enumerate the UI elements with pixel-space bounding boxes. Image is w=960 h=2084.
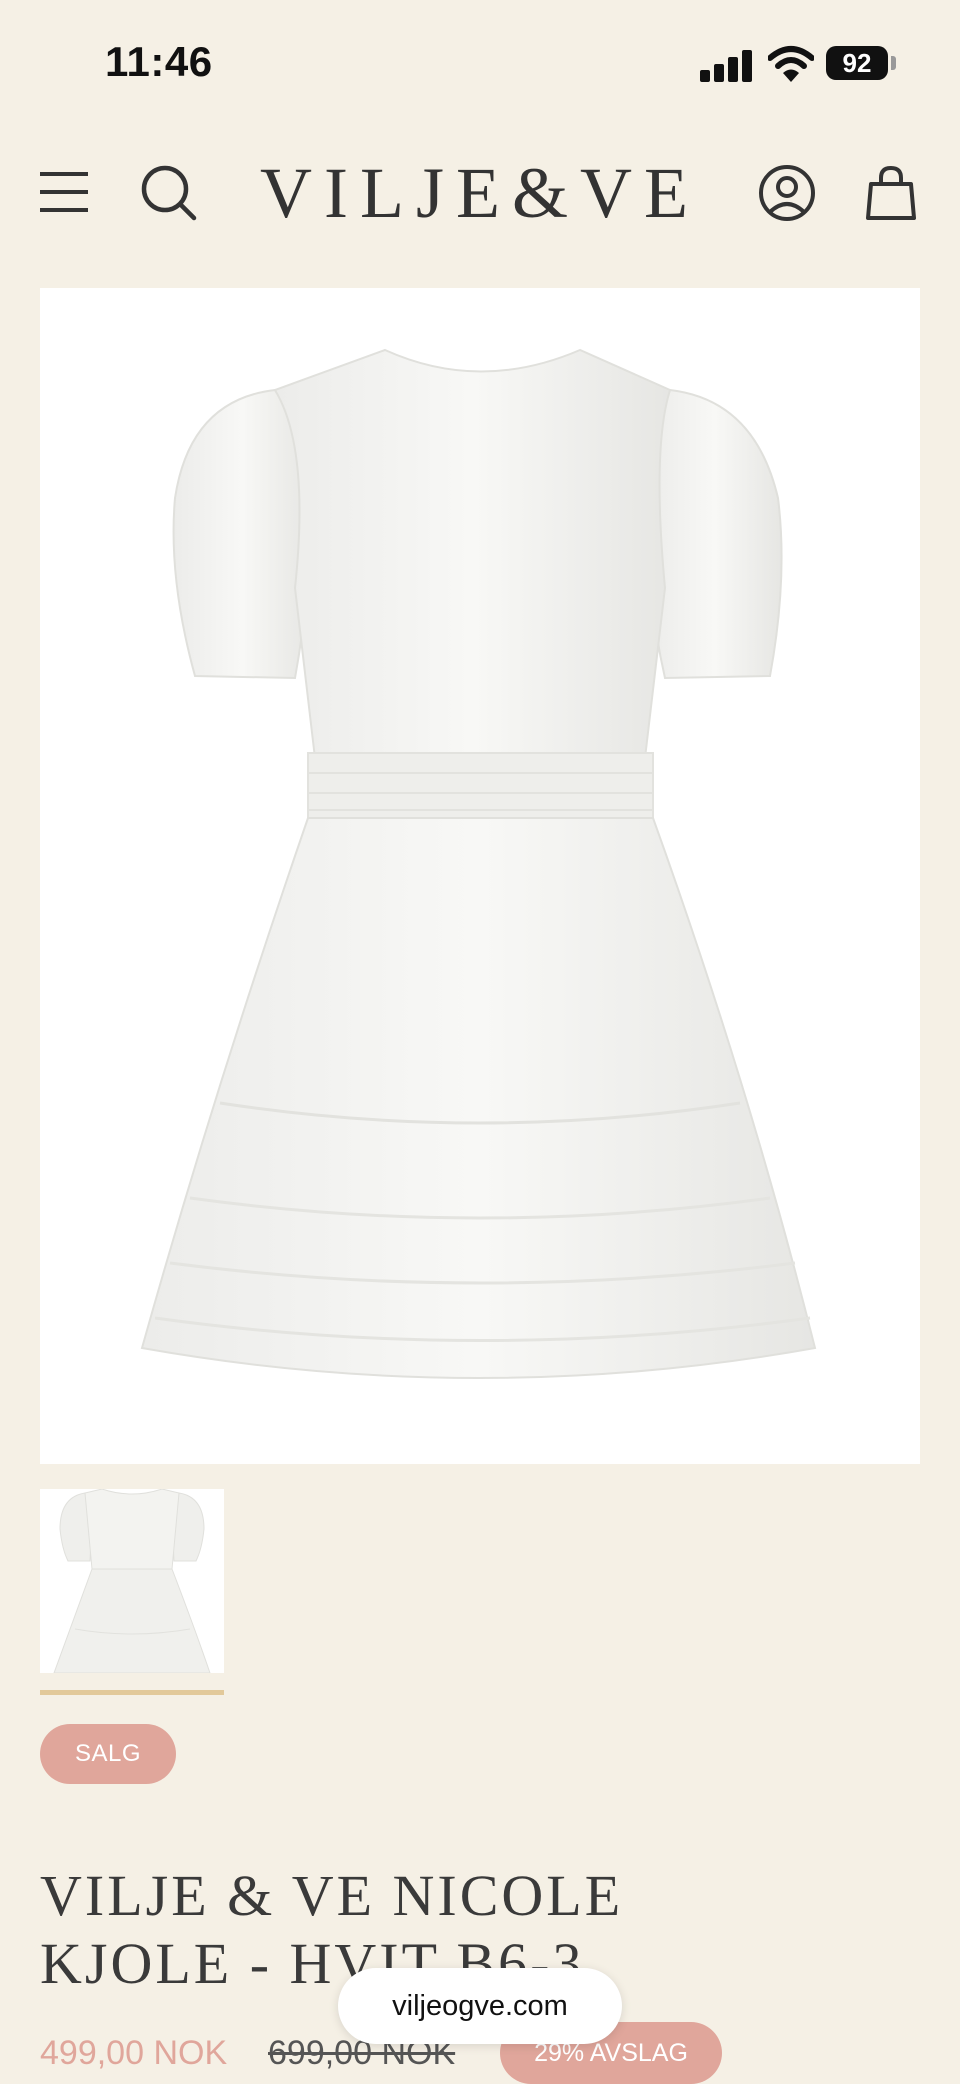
cellular-signal-icon bbox=[700, 48, 752, 82]
wifi-icon bbox=[768, 46, 814, 82]
sale-badge: SALG bbox=[40, 1724, 176, 1784]
account-icon[interactable] bbox=[758, 164, 816, 222]
dress-illustration bbox=[140, 348, 817, 1379]
dress-thumbnail-illustration bbox=[53, 1489, 211, 1673]
status-bar: 11:46 92 bbox=[0, 0, 960, 120]
price-current: 499,00 NOK bbox=[40, 2034, 228, 2072]
browser-url-text: viljeogve.com bbox=[392, 1989, 568, 2022]
product-thumbnail[interactable] bbox=[40, 1489, 224, 1673]
menu-icon[interactable] bbox=[38, 170, 90, 214]
battery-icon: 92 bbox=[826, 46, 888, 80]
cart-icon[interactable] bbox=[866, 164, 916, 222]
search-icon[interactable] bbox=[140, 164, 198, 222]
site-logo[interactable]: VILJE&VE bbox=[240, 148, 720, 238]
product-image-main[interactable] bbox=[40, 288, 920, 1464]
browser-url-bar[interactable]: viljeogve.com bbox=[338, 1968, 622, 2044]
battery-tip bbox=[891, 56, 896, 70]
site-header: VILJE&VE bbox=[0, 140, 960, 250]
thumbnail-active-indicator bbox=[40, 1690, 224, 1695]
status-time: 11:46 bbox=[105, 38, 213, 85]
product-title-line-1: VILJE & VE NICOLE bbox=[40, 1863, 624, 1928]
battery-level: 92 bbox=[842, 47, 872, 78]
